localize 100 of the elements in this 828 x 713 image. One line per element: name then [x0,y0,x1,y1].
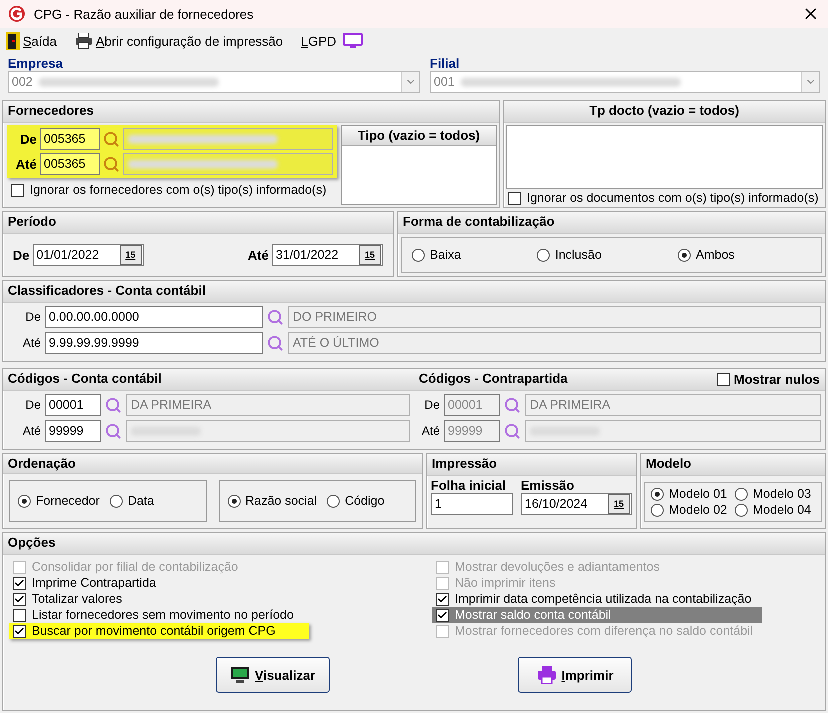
checkbox-label: Não imprimir itens [455,576,556,590]
type-list[interactable]: Tipo (vazio = todos) [341,125,497,205]
page-field[interactable]: 1 [431,493,513,515]
field-label: Filial [430,56,461,71]
checkbox[interactable] [13,624,26,638]
code-field[interactable]: 99999 [45,420,101,442]
toolbar-button[interactable]: LGPD [299,34,339,48]
code-field[interactable]: 9.99.99.99.9999 [45,332,263,354]
date-field[interactable]: 31/01/2022 15 [272,244,383,266]
checkbox-label: Mostrar fornecedores com diferença no saldo contábil [455,624,754,638]
search-icon[interactable] [504,422,521,440]
app-logo-icon [8,5,26,23]
description-field: DA PRIMEIRA [126,394,410,416]
checkbox[interactable] [13,592,26,606]
option-row[interactable]: Imprime Contrapartida [9,575,429,591]
printer-icon [74,33,93,49]
code-field[interactable]: 0.00.00.00.0000 [45,306,263,328]
radio-button[interactable] [110,494,123,508]
radio-button[interactable] [327,494,340,508]
search-icon[interactable] [105,396,122,414]
radio-label: Baixa [430,248,462,262]
radio-label: Código [345,494,385,508]
checkbox-label: Listar fornecedores sem movimento no período [32,608,294,622]
checkbox[interactable] [13,608,26,622]
monitor-icon[interactable] [342,33,363,49]
radio-button[interactable] [735,488,748,500]
checkbox[interactable] [11,184,24,196]
search-icon[interactable] [103,156,120,172]
description-field: DO PRIMEIRO [288,306,821,328]
search-icon[interactable] [504,396,521,414]
radio-button[interactable] [651,488,664,500]
calendar-button[interactable]: 15 [608,494,630,514]
code-field[interactable]: 00001 [45,394,101,416]
field-label: De [424,398,440,412]
option-row[interactable]: Imprimir data competência utilizada na contabilização [432,591,819,607]
field-label: Até [420,424,440,438]
option-row[interactable]: Mostrar saldo conta contábil [432,607,762,623]
search-icon[interactable] [267,308,284,326]
radio-label: Modelo 01 [669,487,728,501]
date-field[interactable]: 01/01/2022 15 [32,244,144,266]
window-title: CPG - Razão auxiliar de fornecedores [34,6,255,22]
search-icon[interactable] [267,334,284,352]
radio-button[interactable] [228,494,240,508]
field-label: Empresa [8,56,64,71]
print-button[interactable]: Imprimir [518,657,632,693]
section-title: Códigos - Contrapartida [419,371,568,388]
radio-label: Ambos [696,248,735,262]
description-field: DA PRIMEIRA [525,394,821,416]
radio-label: Data [128,494,154,508]
section-title: Classificadores - Conta contábil [8,283,206,298]
section-title: Período [8,214,56,229]
radio-label: Modelo 02 [669,503,728,517]
door-icon [6,32,20,50]
checkbox-label: Mostrar saldo conta contábil [455,608,612,622]
option-row[interactable]: Listar fornecedores sem movimento no período [9,607,429,623]
section-title: Ordenação [8,456,76,471]
radio-label: Razão social [246,494,318,508]
checkbox[interactable] [436,608,449,622]
radio-button[interactable] [412,248,425,262]
company-select[interactable]: 001 [430,71,820,93]
field-label: De [24,310,41,324]
radio-button[interactable] [18,494,31,508]
column-header: Tipo (vazio = todos) [358,128,480,143]
printer-icon [536,666,557,684]
radio-button[interactable] [651,504,664,516]
option-row[interactable]: Totalizar valores [9,591,429,607]
preview-button[interactable]: Visualizar [216,657,330,693]
radio-label: Fornecedor [36,494,100,508]
section-title: Opções [8,535,56,550]
checkbox-label: Mostrar devoluções e adiantamentos [455,560,660,574]
checkbox[interactable] [717,373,730,386]
option-row[interactable]: Buscar por movimento contábil origem CPG [9,623,309,639]
radio-button[interactable] [678,248,691,262]
field-label: De [13,248,30,262]
checkbox-label: Imprime Contrapartida [32,576,156,590]
section-title: Códigos - Conta contábil [8,371,162,386]
date-field[interactable]: 16/10/2024 15 [521,493,632,515]
checkbox-label: Ignorar os documentos com o(s) tipo(s) informado(s) [527,191,819,205]
code-field[interactable]: 005365 [40,128,100,150]
checkbox[interactable] [436,592,449,606]
radio-label: Modelo 04 [753,503,812,517]
toolbar-button[interactable]: Saída [4,32,59,50]
checkbox-label: Imprimir data competência utilizada na contabilização [455,592,752,606]
search-icon[interactable] [103,130,120,148]
radio-label: Modelo 03 [753,487,812,501]
checkbox-label: Mostrar nulos [734,372,820,387]
company-select[interactable]: 002 [8,71,420,93]
field-label: De [19,132,37,146]
checkbox[interactable] [13,576,26,590]
radio-button[interactable] [537,248,550,262]
code-field[interactable]: 005365 [40,153,100,175]
calendar-button[interactable]: 15 [120,245,142,265]
checkbox[interactable] [508,192,521,204]
section-title: Forma de contabilização [403,214,555,229]
section-title: Modelo [646,456,692,471]
radio-button[interactable] [735,504,748,516]
calendar-button[interactable]: 15 [359,245,381,265]
field-label: De [24,398,41,412]
search-icon[interactable] [105,422,122,440]
toolbar-button[interactable]: Abrir configuração de impressão [72,33,286,49]
